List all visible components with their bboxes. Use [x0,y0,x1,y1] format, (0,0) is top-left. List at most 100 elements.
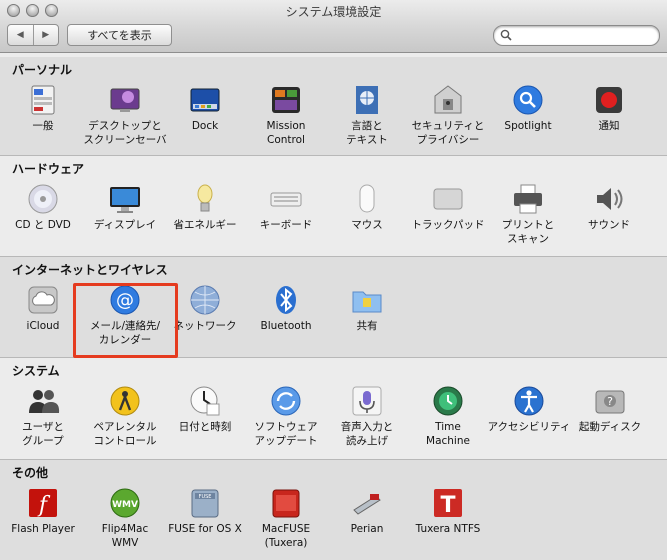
pane-label: デスクトップと スクリーンセーバ [83,120,167,146]
perian-icon [350,486,384,520]
section-title: パーソナル [12,63,73,77]
pane-label: Dock [191,120,219,132]
pane-fuse[interactable]: FUSE FUSE for OS X [162,486,248,536]
mission-control-icon [269,83,303,117]
flash-player-icon: f [26,486,60,520]
back-button[interactable]: ◀ [8,25,33,45]
pane-label: 起動ディスク [578,421,642,433]
parental-controls-icon [108,384,142,418]
pane-label: 省エネルギー [173,219,237,231]
dock-icon [188,83,222,117]
pane-display[interactable]: ディスプレイ [82,182,168,232]
pane-label: FUSE for OS X [168,523,242,535]
pane-spotlight[interactable]: Spotlight [485,83,571,133]
section-personal: パーソナル 一般 デスクトップと スクリーンセーバ Dock Mission Cont… [0,57,667,155]
pane-energy-saver[interactable]: 省エネルギー [162,182,248,232]
pane-label: Tuxera NTFS [415,523,481,535]
macfuse-icon [269,486,303,520]
pane-label: ペアレンタル コントロール [93,421,157,447]
svg-text:WMV: WMV [112,500,138,510]
pane-accessibility[interactable]: アクセシビリティ [486,384,572,434]
pane-macfuse[interactable]: MacFUSE (Tuxera) [243,486,329,550]
pane-desktop[interactable]: デスクトップと スクリーンセーバ [82,83,168,147]
pane-parental-controls[interactable]: ペアレンタル コントロール [82,384,168,448]
language-icon [350,83,384,117]
pane-time-machine[interactable]: Time Machine [405,384,491,448]
section-title: その他 [12,466,49,480]
pane-general[interactable]: 一般 [0,83,86,133]
pane-label: ネットワーク [173,320,237,332]
pane-notifications[interactable]: 通知 [566,83,652,133]
pane-flash-player[interactable]: f Flash Player [0,486,86,536]
highlight-box [73,283,178,358]
pane-mission-control[interactable]: Mission Control [243,83,329,147]
show-all-button[interactable]: すべてを表示 [67,24,172,46]
users-groups-icon [26,384,60,418]
pane-printer[interactable]: プリントと スキャン [485,182,571,246]
pane-label: MacFUSE (Tuxera) [261,523,311,549]
notifications-icon [592,83,626,117]
fuse-icon: FUSE [188,486,222,520]
pane-label: ディスプレイ [93,219,157,231]
pane-label: 通知 [598,120,620,132]
pane-sound[interactable]: サウンド [566,182,652,232]
pane-mouse[interactable]: マウス [324,182,410,232]
section-other: その他 f Flash Player WMV Flip4Mac WMV FUSE FUSE… [0,460,667,560]
pane-language[interactable]: 言語と テキスト [324,83,410,147]
pane-label: CD と DVD [15,219,71,231]
section-system: システム ユーザと グループ ペアレンタル コントロール 日付と時刻 ソフトウェア ア… [0,358,667,459]
pane-label: 言語と テキスト [346,120,388,146]
pane-label: サウンド [588,219,630,231]
pane-label: プリントと スキャン [501,219,555,245]
pane-date-time[interactable]: 日付と時刻 [162,384,248,434]
pane-keyboard[interactable]: キーボード [243,182,329,232]
pane-users-groups[interactable]: ユーザと グループ [0,384,86,448]
pane-dock[interactable]: Dock [162,83,248,133]
mouse-icon [350,182,384,216]
title-bar: システム環境設定 ◀ ▶ すべてを表示 [0,0,667,53]
pane-label: ユーザと グループ [22,421,64,447]
search-icon [500,29,512,41]
pane-tuxera-ntfs[interactable]: T Tuxera NTFS [405,486,491,536]
software-update-icon [269,384,303,418]
svg-text:?: ? [607,395,613,408]
dictation-icon [350,384,384,418]
pane-trackpad[interactable]: トラックパッド [405,182,491,232]
pane-label: マウス [351,219,383,231]
pane-cd-dvd[interactable]: CD と DVD [0,182,86,232]
pane-label: 日付と時刻 [178,421,232,433]
tuxera-ntfs-icon: T [431,486,465,520]
pane-flip4mac[interactable]: WMV Flip4Mac WMV [82,486,168,550]
pane-label: Bluetooth [260,320,312,332]
pane-label: Spotlight [504,120,552,132]
date-time-icon [188,384,222,418]
pane-label: Flash Player [11,523,75,535]
display-icon [108,182,142,216]
pane-label: Flip4Mac WMV [101,523,149,549]
cd-dvd-icon [26,182,60,216]
printer-icon [511,182,545,216]
spotlight-icon [511,83,545,117]
pane-sharing[interactable]: 共有 [324,283,410,333]
icloud-icon [26,283,60,317]
pane-startup-disk[interactable]: ? 起動ディスク [567,384,653,434]
time-machine-icon [431,384,465,418]
section-title: ハードウェア [12,162,85,176]
pane-label: アクセシビリティ [487,421,571,433]
pane-label: トラックパッド [411,219,485,231]
pane-label: Time Machine [426,421,470,447]
pane-software-update[interactable]: ソフトウェア アップデート [243,384,329,448]
pane-label: Mission Control [266,120,306,146]
window-title: システム環境設定 [285,5,382,19]
pane-bluetooth[interactable]: Bluetooth [243,283,329,333]
pane-perian[interactable]: Perian [324,486,410,536]
general-icon [26,83,60,117]
pane-dictation[interactable]: 音声入力と 読み上げ [324,384,410,448]
system-preferences-window: システム環境設定 ◀ ▶ すべてを表示 パーソナル 一般 デスクトップと スクリー… [0,0,667,560]
forward-button[interactable]: ▶ [32,25,59,45]
section-hardware: ハードウェア CD と DVD ディスプレイ 省エネルギー キーボード マウス トラックパ… [0,156,667,256]
pane-security[interactable]: セキュリティと プライバシー [405,83,491,147]
search-input[interactable] [516,27,655,44]
search-field[interactable] [493,25,660,46]
pane-label: セキュリティと プライバシー [411,120,485,146]
